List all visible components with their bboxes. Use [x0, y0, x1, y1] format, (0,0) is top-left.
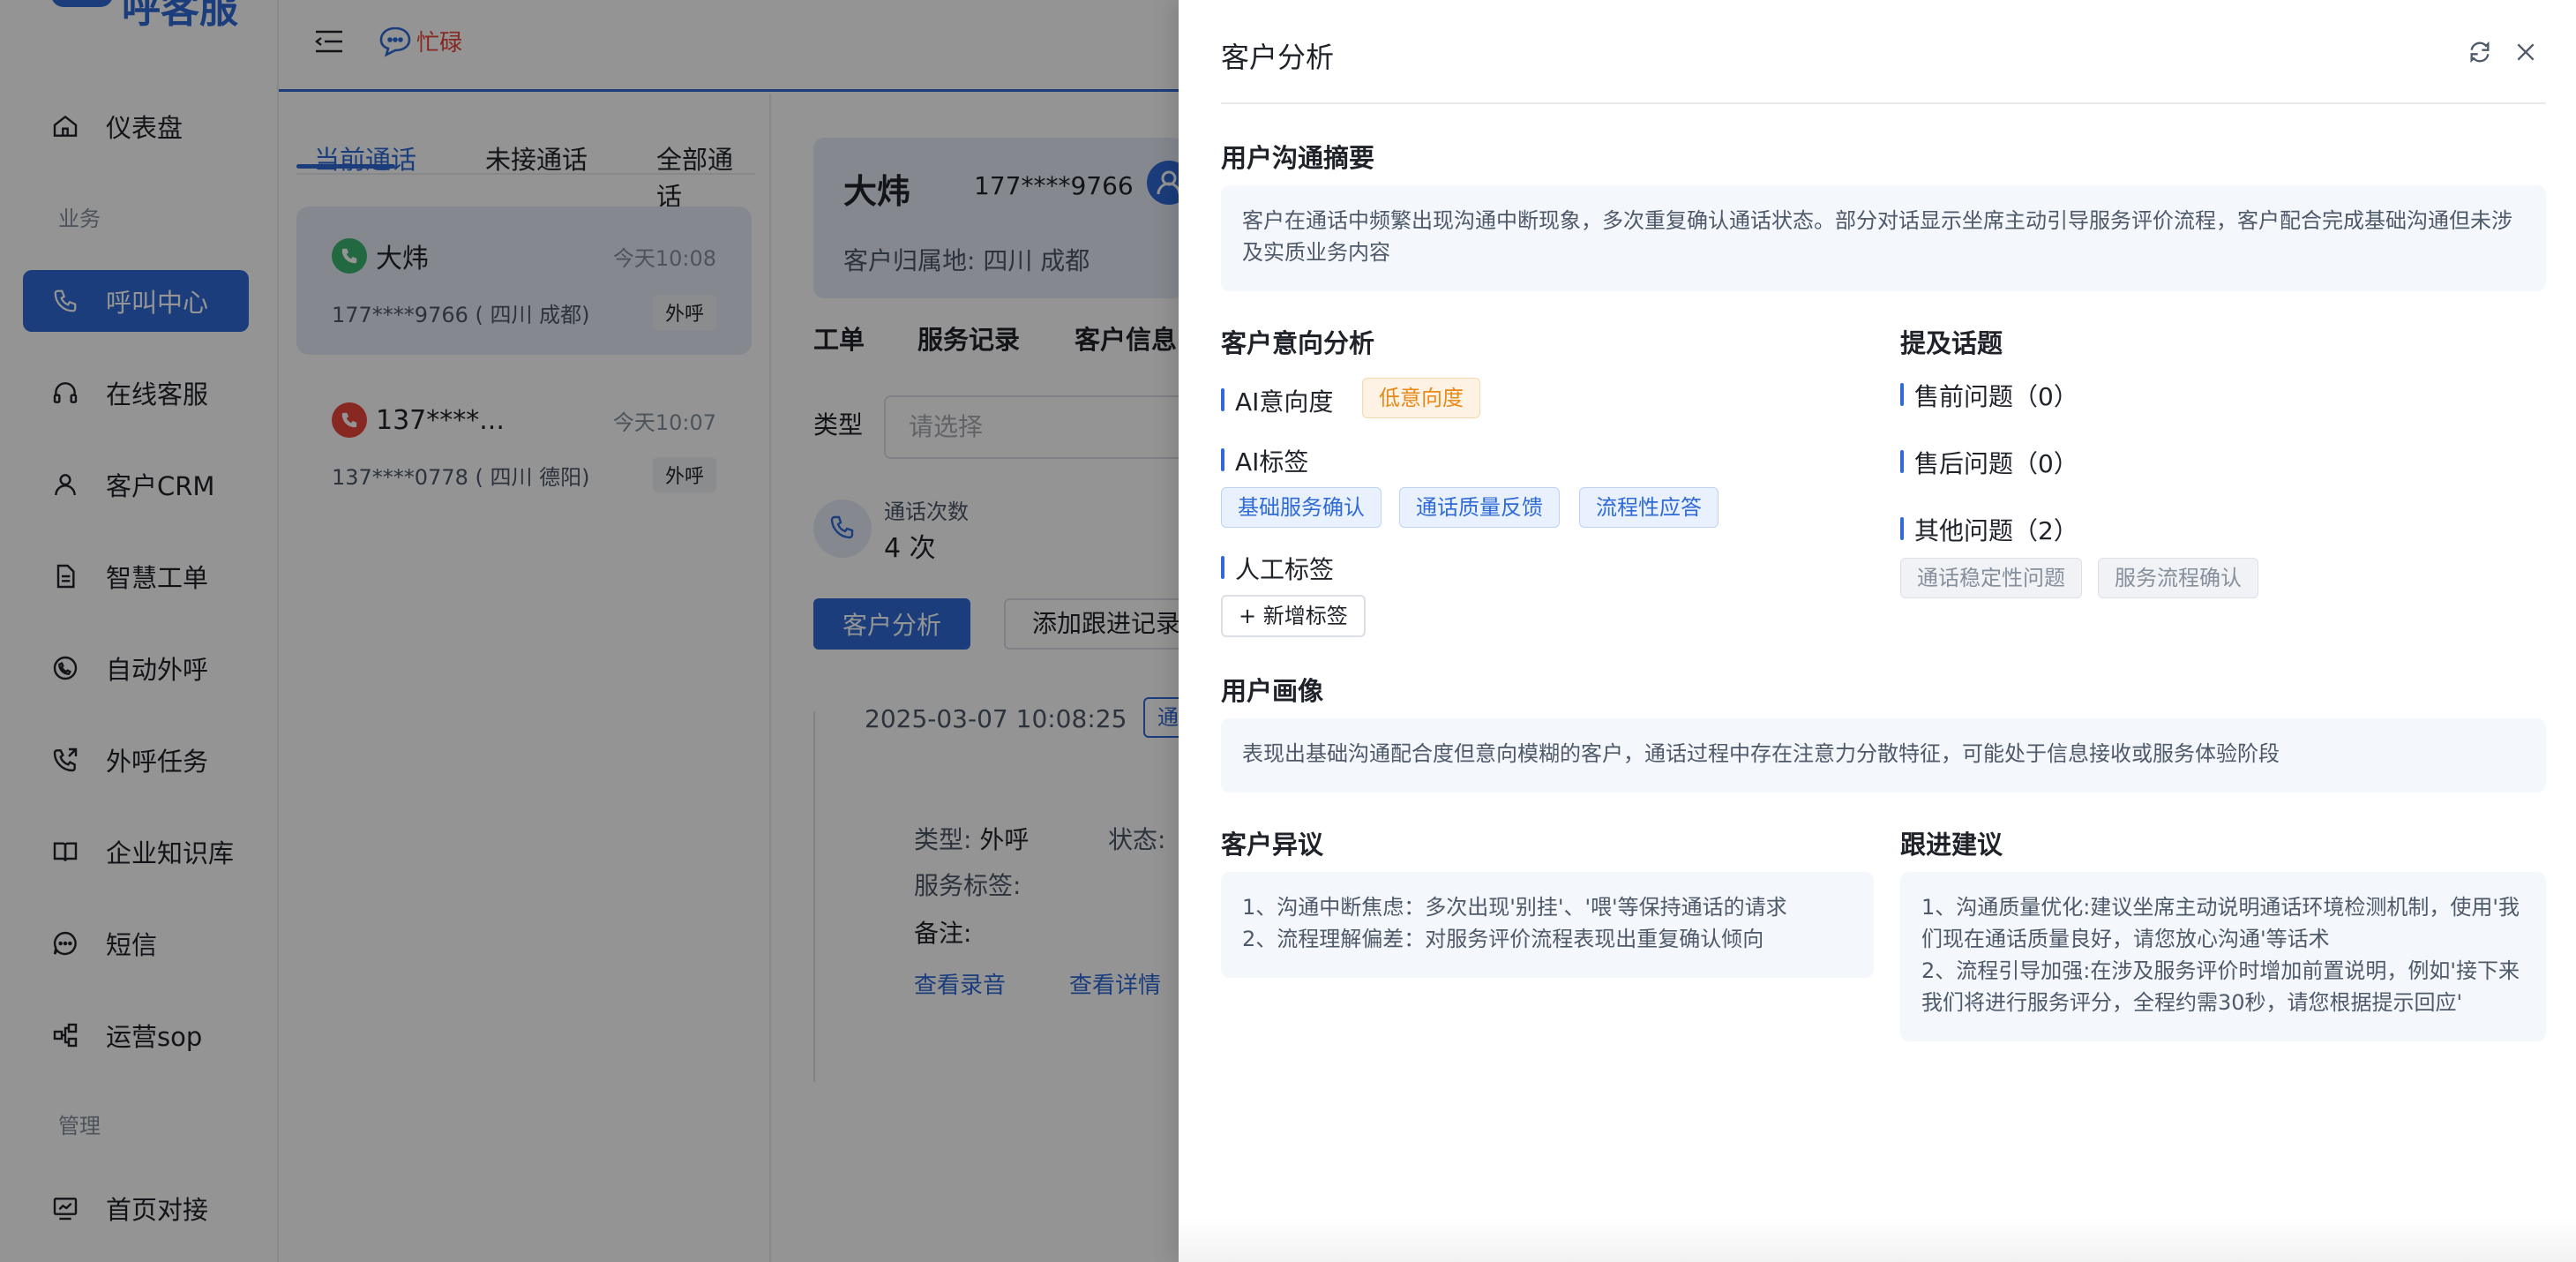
modal-overlay[interactable] [0, 0, 1182, 1262]
objection-title: 客户异议 [1221, 830, 1324, 860]
ai-tag-chip: 流程性应答 [1579, 487, 1719, 528]
topic-tag-chip: 服务流程确认 [2098, 558, 2258, 598]
advice-panel: 1、沟通质量优化:建议坐席主动说明通话环境检测机制，使用'我们现在通话质量良好，… [1900, 872, 2546, 1041]
ai-tag-chip: 通话质量反馈 [1399, 487, 1560, 528]
bottom-fade [1179, 1218, 2576, 1262]
refresh-icon[interactable] [2467, 39, 2493, 65]
close-icon[interactable] [2512, 39, 2539, 65]
portrait-panel: 表现出基础沟通配合度但意向模糊的客户，通话过程中存在注意力分散特征，可能处于信息… [1221, 718, 2546, 793]
topic-tag-chip: 通话稳定性问题 [1900, 558, 2082, 598]
intent-title: 客户意向分析 [1221, 328, 1375, 358]
manual-tags-label: 人工标签 [1221, 551, 1334, 586]
portrait-title: 用户画像 [1221, 676, 1324, 706]
topic-other: 其他问题（2） [1900, 512, 2078, 547]
summary-title: 用户沟通摘要 [1221, 143, 1375, 173]
drawer-actions [2467, 39, 2539, 65]
app-root: 呼客服 仪表盘 业务 呼叫中心 在线客服 客户CRM 智慧工单 自动外呼 外呼任… [0, 0, 2576, 1262]
advice-line: 2、流程引导加强:在涉及服务评价时增加前置说明，例如'接下来我们将进行服务评分，… [1921, 958, 2520, 1015]
ai-tags-label: AI标签 [1221, 443, 1308, 478]
ai-intent-chip: 低意向度 [1362, 378, 1480, 418]
summary-panel: 客户在通话中频繁出现沟通中断现象，多次重复确认通话状态。部分对话显示坐席主动引导… [1221, 185, 2546, 291]
summary-text: 客户在通话中频繁出现沟通中断现象，多次重复确认通话状态。部分对话显示坐席主动引导… [1242, 208, 2512, 265]
topic-aftersale: 售后问题（0） [1900, 445, 2078, 480]
ai-intent-label: AI意向度 [1221, 383, 1333, 418]
advice-title: 跟进建议 [1900, 830, 2003, 860]
drawer-divider [1221, 102, 2546, 104]
topic-presale: 售前问题（0） [1900, 378, 2078, 413]
drawer-title: 客户分析 [1221, 41, 1335, 74]
customer-analysis-drawer: 客户分析 用户沟通摘要 客户在通话中频繁出现沟通中断现象，多次重复确认通话状态。… [1179, 0, 2576, 1262]
topics-title: 提及话题 [1900, 328, 2003, 358]
add-tag-button[interactable]: + 新增标签 [1221, 595, 1366, 637]
objection-line: 1、沟通中断焦虑：多次出现'别挂'、'喂'等保持通话的请求 [1242, 895, 1787, 920]
ai-tag-chip: 基础服务确认 [1221, 487, 1382, 528]
objection-line: 2、流程理解偏差：对服务评价流程表现出重复确认倾向 [1242, 927, 1764, 951]
portrait-text: 表现出基础沟通配合度但意向模糊的客户，通话过程中存在注意力分散特征，可能处于信息… [1242, 741, 2280, 766]
objection-panel: 1、沟通中断焦虑：多次出现'别挂'、'喂'等保持通话的请求 2、流程理解偏差：对… [1221, 872, 1874, 978]
advice-line: 1、沟通质量优化:建议坐席主动说明通话环境检测机制，使用'我们现在通话质量良好，… [1921, 895, 2520, 951]
